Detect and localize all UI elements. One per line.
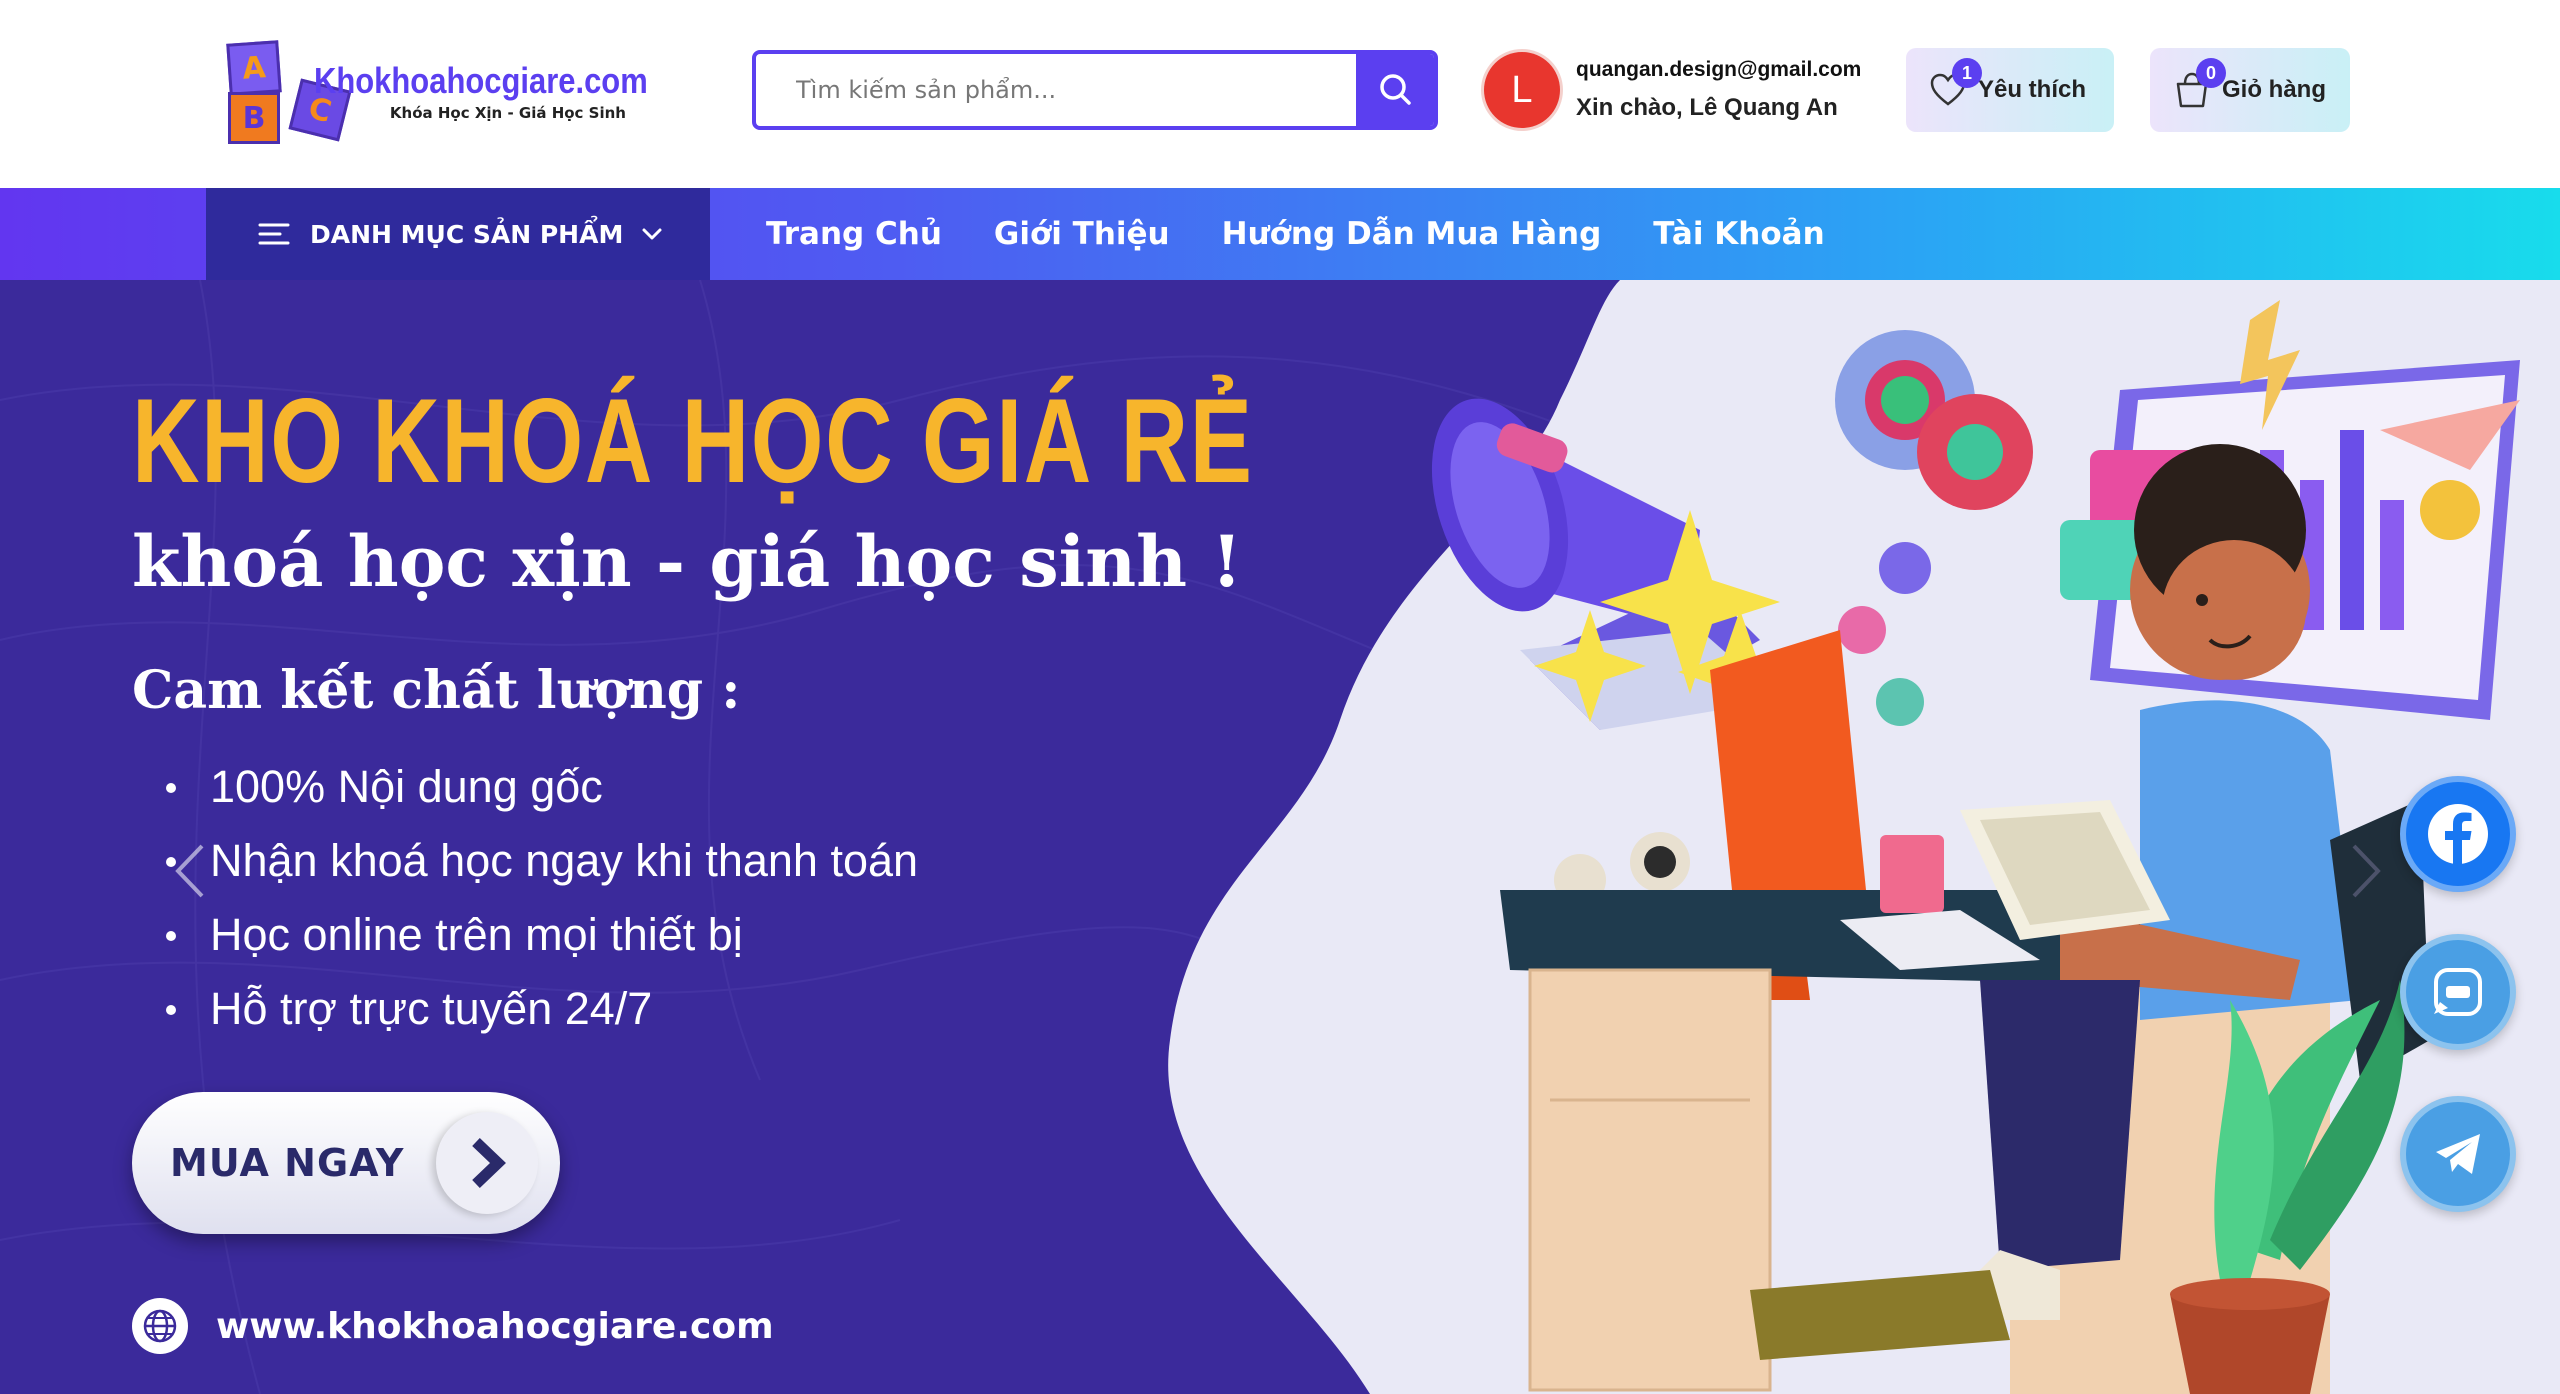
chevron-right-icon — [472, 1138, 506, 1188]
website-url: www.khokhoahocgiare.com — [132, 1298, 774, 1354]
user-greeting: Xin chào, Lê Quang An — [1576, 94, 1838, 121]
telegram-button[interactable] — [2400, 1096, 2516, 1212]
chevron-right-icon — [2352, 844, 2381, 898]
slider-next-button[interactable] — [2346, 840, 2386, 906]
hero-title: KHO KHOÁ HỌC GIÁ RẺ — [132, 374, 1254, 508]
logo-tagline: Khóa Học Xịn - Giá Học Sinh — [389, 104, 626, 122]
nav-link-buying-guide[interactable]: Hướng Dẫn Mua Hàng — [1222, 216, 1602, 252]
hamburger-icon — [258, 223, 290, 245]
facebook-icon — [2428, 804, 2488, 864]
globe-icon — [143, 1309, 177, 1343]
avatar: L — [1484, 52, 1560, 128]
telegram-icon — [2436, 1134, 2480, 1174]
zalo-icon — [2434, 968, 2482, 1016]
buy-now-button[interactable]: MUA NGAY — [132, 1092, 560, 1234]
user-info: quangan.design@gmail.com Xin chào, Lê Qu… — [1576, 58, 1861, 122]
logo-text: Khokhoahocgiare.com Khóa Học Xịn - Giá H… — [314, 60, 702, 122]
logo-block-a: A — [226, 40, 282, 96]
search-button[interactable] — [1356, 54, 1434, 126]
cart-icon-wrap: 0 — [2170, 58, 2226, 112]
wishlist-count-badge: 1 — [1952, 58, 1982, 88]
cart-count-badge: 0 — [2196, 58, 2226, 88]
main-navigation: DANH MỤC SẢN PHẨM Trang Chủ Giới Thiệu H… — [0, 188, 2560, 280]
logo-name: Khokhoahocgiare.com — [313, 60, 648, 101]
chevron-down-icon — [642, 228, 662, 240]
cart-label: Giỏ hàng — [2222, 76, 2326, 103]
category-menu-label: DANH MỤC SẢN PHẨM — [310, 219, 624, 249]
abc-blocks-logo-icon: A B C — [222, 36, 352, 146]
wishlist-label: Yêu thích — [1978, 76, 2087, 103]
wishlist-icon-wrap: 1 — [1926, 58, 1982, 112]
nav-link-about[interactable]: Giới Thiệu — [994, 216, 1170, 252]
hero-subtitle: khoá học xịn - giá học sinh ! — [132, 520, 1243, 603]
user-account[interactable]: L quangan.design@gmail.com Xin chào, Lê … — [1484, 52, 1861, 128]
hero-commitment-heading: Cam kết chất lượng : — [132, 660, 741, 721]
feature-item: 100% Nội dung gốc — [166, 750, 918, 824]
zalo-button[interactable] — [2400, 934, 2516, 1050]
nav-link-home[interactable]: Trang Chủ — [766, 216, 942, 252]
logo-block-b: B — [228, 92, 280, 144]
feature-item: Nhận khoá học ngay khi thanh toán — [166, 824, 918, 898]
buy-now-arrow — [436, 1112, 538, 1214]
globe-icon-wrap — [132, 1298, 188, 1354]
category-menu-button[interactable]: DANH MỤC SẢN PHẨM — [206, 188, 710, 280]
search-bar — [752, 50, 1438, 130]
wishlist-button[interactable]: 1 Yêu thích — [1906, 48, 2114, 132]
hero-feature-list: 100% Nội dung gốc Nhận khoá học ngay khi… — [166, 750, 918, 1046]
site-header: A B C Khokhoahocgiare.com Khóa Học Xịn -… — [0, 0, 2560, 188]
nav-links: Trang Chủ Giới Thiệu Hướng Dẫn Mua Hàng … — [766, 188, 1877, 280]
chevron-left-icon — [175, 844, 204, 898]
facebook-button[interactable] — [2400, 776, 2516, 892]
buy-now-label: MUA NGAY — [170, 1141, 405, 1185]
nav-link-account[interactable]: Tài Khoản — [1653, 216, 1824, 252]
search-icon — [1380, 74, 1411, 105]
slider-prev-button[interactable] — [170, 840, 210, 906]
site-logo[interactable]: A B C Khokhoahocgiare.com Khóa Học Xịn -… — [222, 36, 702, 146]
website-label: www.khokhoahocgiare.com — [216, 1305, 774, 1347]
hero-banner-slider: KHO KHOÁ HỌC GIÁ RẺ khoá học xịn - giá h… — [0, 280, 2560, 1394]
cart-button[interactable]: 0 Giỏ hàng — [2150, 48, 2350, 132]
search-input[interactable] — [756, 54, 1356, 126]
feature-item: Học online trên mọi thiết bị — [166, 898, 918, 972]
feature-item: Hỗ trợ trực tuyến 24/7 — [166, 972, 918, 1046]
user-email: quangan.design@gmail.com — [1576, 58, 1862, 81]
